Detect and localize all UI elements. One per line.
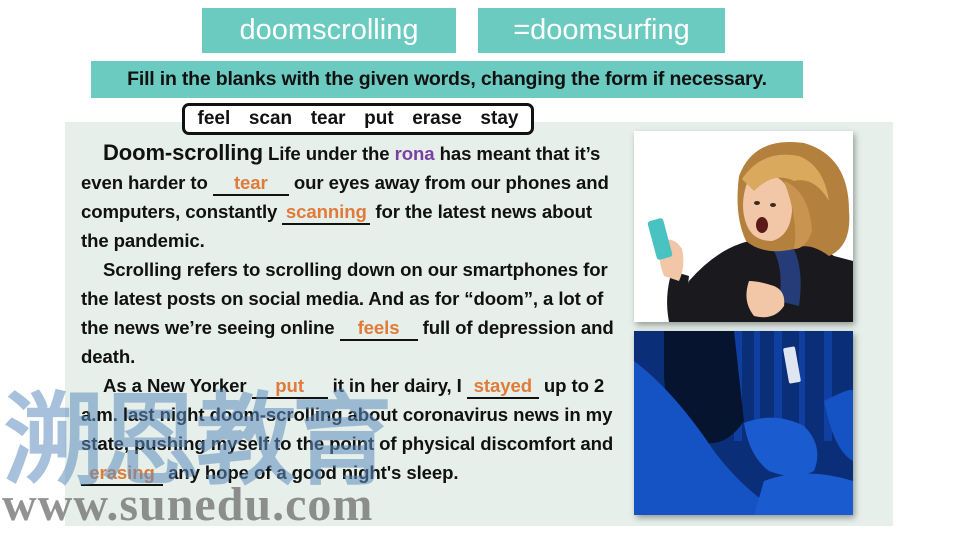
title-doomsurfing: =doomsurfing xyxy=(478,8,725,53)
highlight-rona: rona xyxy=(394,143,435,164)
woman-illustration xyxy=(634,131,853,322)
word-bank: feel scan tear put erase stay xyxy=(182,103,534,135)
answer-blank-2[interactable]: scanning xyxy=(282,201,371,225)
word-bank-text: feel scan tear put erase stay xyxy=(197,108,519,129)
photo-woman-shocked-phone xyxy=(634,131,853,322)
passage: Doom-scrolling Life under the rona has m… xyxy=(81,138,621,487)
answer-blank-3[interactable]: feels xyxy=(339,317,418,341)
photo-bed-phone-night xyxy=(634,331,853,515)
answer-blank-5[interactable]: stayed xyxy=(466,375,539,399)
instruction-banner: Fill in the blanks with the given words,… xyxy=(91,61,803,98)
paragraph-3: As a New Yorker put it in her dairy, I s… xyxy=(81,371,621,487)
answer-blank-1[interactable]: tear xyxy=(212,172,289,196)
text: it in her dairy, I xyxy=(327,375,467,396)
bed-illustration xyxy=(634,331,853,515)
answer-blank-4[interactable]: put xyxy=(251,375,328,399)
paragraph-2: Scrolling refers to scrolling down on ou… xyxy=(81,255,621,371)
paragraph-1: Doom-scrolling Life under the rona has m… xyxy=(81,138,621,255)
title-doomscrolling: doomscrolling xyxy=(202,8,456,53)
answer-blank-6[interactable]: erasing xyxy=(81,462,163,486)
text: Life under the xyxy=(262,143,395,164)
text: any hope of a good night's sleep. xyxy=(163,462,459,483)
passage-heading: Doom-scrolling xyxy=(103,140,263,165)
text: As a New Yorker xyxy=(103,375,252,396)
